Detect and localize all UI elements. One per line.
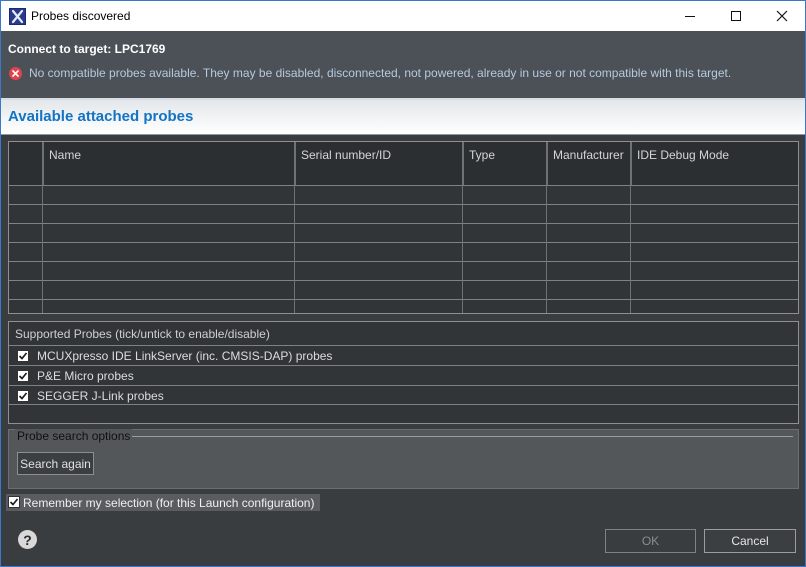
checkmark-icon [18, 372, 28, 380]
cancel-button[interactable]: Cancel [704, 529, 796, 553]
column-divider [462, 142, 463, 313]
probe-checkbox-linkserver[interactable] [17, 350, 29, 362]
column-header-debug-mode[interactable]: IDE Debug Mode [631, 142, 798, 185]
search-again-button[interactable]: Search again [17, 452, 94, 475]
probe-label: MCUXpresso IDE LinkServer (inc. CMSIS-DA… [37, 349, 333, 363]
remember-checkbox[interactable] [8, 496, 20, 508]
column-divider [546, 142, 547, 313]
section-divider [1, 134, 805, 135]
probe-table[interactable]: Name Serial number/ID Type Manufacturer … [8, 141, 799, 314]
table-row[interactable] [9, 261, 798, 280]
minimize-icon [685, 16, 695, 17]
table-header: Name Serial number/ID Type Manufacturer … [9, 142, 798, 185]
remember-selection-option[interactable]: Remember my selection (for this Launch c… [6, 494, 320, 511]
probe-checkbox-pemicro[interactable] [17, 370, 29, 382]
title-bar: Probes discovered [1, 1, 805, 31]
column-header-name[interactable]: Name [43, 142, 295, 185]
column-header-type[interactable]: Type [463, 142, 547, 185]
probe-option-linkserver[interactable]: MCUXpresso IDE LinkServer (inc. CMSIS-DA… [9, 345, 798, 365]
table-row[interactable] [9, 242, 798, 261]
dialog-header: Connect to target: LPC1769 No compatible… [1, 31, 805, 98]
window-title: Probes discovered [31, 9, 131, 23]
close-button[interactable] [759, 1, 805, 31]
probe-option-pemicro[interactable]: P&E Micro probes [9, 365, 798, 385]
table-row[interactable] [9, 204, 798, 223]
section-title: Available attached probes [8, 108, 194, 125]
column-divider [630, 142, 631, 313]
dialog-footer: ? OK Cancel [1, 516, 805, 566]
help-icon[interactable]: ? [18, 530, 37, 549]
checkmark-icon [18, 392, 28, 400]
checkmark-icon [9, 498, 19, 506]
maximize-button[interactable] [713, 1, 759, 31]
column-header-manufacturer[interactable]: Manufacturer [547, 142, 631, 185]
column-header-serial[interactable]: Serial number/ID [295, 142, 463, 185]
close-icon [776, 10, 788, 22]
checkmark-icon [18, 352, 28, 360]
probe-label: SEGGER J-Link probes [37, 389, 164, 403]
app-x-icon [9, 8, 26, 25]
probe-checkbox-jlink[interactable] [17, 390, 29, 402]
remember-label: Remember my selection (for this Launch c… [23, 496, 315, 510]
minimize-button[interactable] [667, 1, 713, 31]
probe-option-jlink[interactable]: SEGGER J-Link probes [9, 385, 798, 405]
table-row[interactable] [9, 299, 798, 313]
probe-label: P&E Micro probes [37, 369, 134, 383]
ok-button[interactable]: OK [605, 529, 696, 553]
supported-probes-list: Supported Probes (tick/untick to enable/… [8, 321, 799, 424]
group-border [129, 436, 793, 437]
column-divider [42, 142, 43, 313]
error-message: No compatible probes available. They may… [29, 66, 732, 80]
probe-search-options: Probe search options Search again [8, 429, 799, 489]
list-divider [9, 404, 798, 405]
probes-discovered-dialog: Probes discovered Connect to target: LPC… [0, 0, 806, 567]
supported-probes-label: Supported Probes (tick/untick to enable/… [15, 327, 270, 341]
maximize-icon [731, 11, 741, 21]
table-row[interactable] [9, 185, 798, 204]
connect-target-title: Connect to target: LPC1769 [8, 42, 166, 56]
error-icon [9, 67, 22, 80]
search-options-legend: Probe search options [15, 429, 133, 443]
table-row[interactable] [9, 223, 798, 242]
table-row[interactable] [9, 280, 798, 299]
column-header-select[interactable] [9, 142, 43, 185]
section-header: Available attached probes [1, 100, 805, 134]
column-divider [294, 142, 295, 313]
